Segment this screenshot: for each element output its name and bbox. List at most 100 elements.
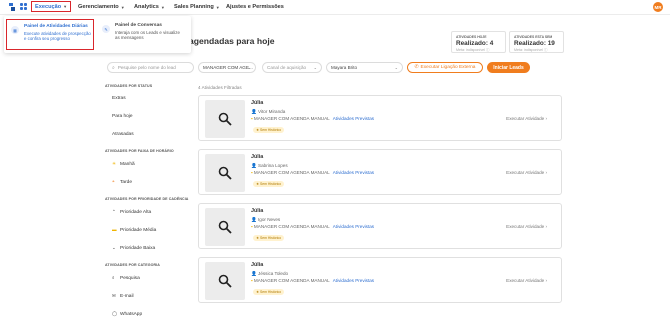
execute-activity-button[interactable]: Executar Atividade › (506, 224, 547, 229)
owner-value: Mayara Brito (331, 65, 358, 70)
sidebar-item-email[interactable]: ✉ E-mail (112, 293, 134, 299)
top-navigation: Execução ▼ Gerenciamento ▼ Analytics ▼ Sale… (0, 0, 670, 15)
campaign-line: ▪ MANAGER COM AGENDA MANUAL Atividades Pr… (251, 224, 375, 229)
activity-card[interactable]: Júlia 👤 Vitor Miranda ▪ MANAGER COM AGEN… (198, 95, 562, 141)
apps-grid-icon[interactable] (20, 3, 27, 10)
owner-select[interactable]: Mayara Brito ⌄ (326, 62, 403, 73)
menu-label: Execução (35, 3, 62, 10)
search-icon (218, 166, 232, 180)
stat-value: Realizado: 19 (514, 40, 555, 47)
caret-down-icon: ▼ (63, 4, 68, 9)
start-leads-button[interactable]: Iniciar Leads (487, 62, 530, 73)
card-title: Júlia (251, 100, 264, 106)
campaign-line: ▪ MANAGER COM AGENDA MANUAL Atividades Pr… (251, 170, 375, 175)
menu-item-conversations[interactable]: ✎ Painel de Conversas Interaja com os Le… (98, 19, 188, 50)
card-title: Júlia (251, 208, 264, 214)
activity-thumbnail (205, 208, 245, 246)
external-call-button[interactable]: ✆ Executar Ligação Externa (407, 62, 483, 73)
sidebar-item-high[interactable]: ⌃ Prioridade Alta (112, 209, 151, 215)
activity-card[interactable]: Júlia 👤 Igor Neves ▪ MANAGER COM AGENDA … (198, 203, 562, 249)
sidebar-item-label: Prioridade Baixa (120, 246, 156, 251)
chevron-down-icon: ⌄ (394, 65, 398, 70)
brand-logo[interactable] (7, 2, 17, 12)
status-badge: ★ Sem Histórico (253, 235, 285, 241)
execute-activity-button[interactable]: Executar Atividade › (506, 278, 547, 283)
stat-value: Realizado: 4 (456, 40, 494, 47)
chevron-right-icon: › (545, 278, 547, 283)
stat-label: ATIVIDADES HOJE (456, 35, 487, 39)
menu-analytics[interactable]: Analytics ▼ (134, 1, 165, 13)
stat-label: ATIVIDADES ESTA SEM (514, 35, 553, 39)
card-title: Júlia (251, 154, 264, 160)
search-icon: ⌕ (112, 275, 115, 280)
sidebar-item-overdue[interactable]: Atrasadas (112, 132, 134, 137)
sidebar-item-medium[interactable]: ▬ Prioridade Média (112, 227, 156, 233)
campaign-line: ▪ MANAGER COM AGENDA MANUAL Atividades Pr… (251, 278, 375, 283)
chevron-down-icon: ⌄ (313, 65, 317, 70)
sidebar-section-time: ATIVIDADES POR FAIXA DE HORÁRIO (105, 149, 174, 153)
menu-item-daily-activities[interactable]: ▦ Painel de Atividades Diárias Execute a… (6, 19, 94, 50)
menu-gerenciamento[interactable]: Gerenciamento ▼ (78, 1, 125, 13)
planned-activities-link[interactable]: Atividades Previstas (333, 116, 374, 121)
status-badge: ★ Sem Histórico (253, 289, 285, 295)
planned-activities-link[interactable]: Atividades Previstas (333, 170, 374, 175)
activity-thumbnail (205, 262, 245, 300)
sidebar-item-afternoon[interactable]: ◓ Tarde (112, 179, 132, 185)
menu-label: Gerenciamento (78, 4, 119, 10)
sidebar-item-morning[interactable]: ☀ Manhã (112, 161, 135, 167)
button-label: Executar Ligação Externa (420, 65, 476, 70)
person-icon: 👤 (251, 109, 257, 114)
menu-label: Analytics (134, 4, 159, 10)
sidebar-item-extras[interactable]: Extras (112, 96, 126, 101)
chevron-right-icon: › (545, 116, 547, 121)
sidebar-item-label: Pesquisa (120, 276, 140, 281)
sidebar-item-label: Prioridade Alta (120, 210, 152, 215)
channel-placeholder: Canal de aquisição (267, 65, 307, 70)
search-icon (218, 220, 232, 234)
menu-item-description: Execute atividades de prospecção e confi… (24, 31, 91, 41)
activity-card[interactable]: Júlia 👤 Sabrina Lopes ▪ MANAGER COM AGEN… (198, 149, 562, 195)
sidebar-item-today[interactable]: Para hoje (112, 114, 133, 119)
search-input[interactable]: ⌕ Pesquise pelo nome do lead (107, 62, 194, 73)
lead-name: 👤 Igor Neves (251, 217, 281, 222)
search-icon (218, 274, 232, 288)
planned-activities-link[interactable]: Atividades Previstas (333, 278, 374, 283)
sidebar-section-category: ATIVIDADES POR CATEGORIA (105, 263, 160, 267)
campaign-value: MANAGER COM AGE... (203, 65, 253, 70)
sidebar-item-whatsapp[interactable]: ◯ WhatsApp (112, 311, 142, 317)
menu-ajustes[interactable]: Ajustes e Permissões (226, 1, 284, 13)
planned-activities-link[interactable]: Atividades Previstas (333, 224, 374, 229)
chevron-right-icon: › (545, 224, 547, 229)
chevron-down-icon: ⌄ (112, 245, 116, 250)
sidebar-item-low[interactable]: ⌄ Prioridade Baixa (112, 245, 155, 251)
status-badge: ★ Sem Histórico (253, 181, 285, 187)
flag-icon: ▪ (251, 224, 253, 229)
menu-item-description: Interaja com os Leads e visualize as men… (115, 30, 180, 40)
execucao-dropdown-menu: ▦ Painel de Atividades Diárias Execute a… (4, 16, 191, 53)
search-icon (218, 112, 232, 126)
person-icon: 👤 (251, 163, 257, 168)
star-icon: ★ (256, 290, 260, 294)
channel-select[interactable]: Canal de aquisição ⌄ (262, 62, 322, 73)
menu-sales-planning[interactable]: Sales Planning ▼ (174, 1, 220, 13)
campaign-select[interactable]: MANAGER COM AGE... ⌄ (198, 62, 256, 73)
caret-down-icon: ▼ (215, 4, 220, 10)
sidebar-item-research[interactable]: ⌕ Pesquisa (112, 275, 140, 281)
equals-icon: ▬ (112, 227, 117, 232)
stat-goal: Meta: indisponível ⓘ (456, 48, 490, 52)
mail-icon: ✉ (112, 293, 116, 298)
flag-icon: ▪ (251, 170, 253, 175)
chevron-right-icon: › (545, 170, 547, 175)
avatar[interactable]: MR (653, 2, 663, 12)
stat-goal: Meta: indisponível ⓘ (514, 48, 548, 52)
execute-activity-button[interactable]: Executar Atividade › (506, 116, 547, 121)
person-icon: 👤 (251, 271, 257, 276)
sun-icon: ☀ (112, 161, 117, 166)
menu-label: Ajustes e Permissões (226, 4, 284, 10)
menu-item-title: Painel de Atividades Diárias (24, 24, 88, 29)
person-icon: 👤 (251, 217, 257, 222)
activity-card[interactable]: Júlia 👤 Jéssica Toledo ▪ MANAGER COM AGE… (198, 257, 562, 303)
execute-activity-button[interactable]: Executar Atividade › (506, 170, 547, 175)
menu-label: Sales Planning (174, 4, 214, 10)
menu-execucao[interactable]: Execução ▼ (31, 1, 72, 12)
